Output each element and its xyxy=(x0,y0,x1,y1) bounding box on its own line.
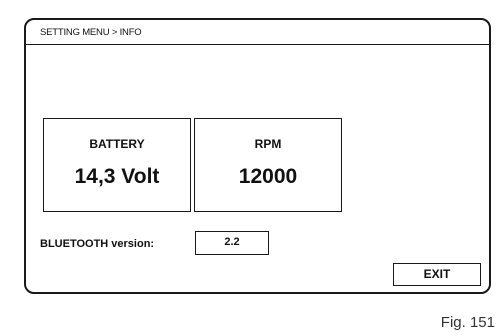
bluetooth-version-value: 2.2 xyxy=(195,231,269,255)
bluetooth-version-label: BLUETOOTH version: xyxy=(40,238,155,250)
battery-value: 14,3 Volt xyxy=(74,165,160,188)
battery-label: BATTERY xyxy=(89,137,145,151)
exit-button[interactable]: EXIT xyxy=(393,263,481,286)
battery-box: BATTERY 14,3 Volt xyxy=(43,118,191,212)
display-screen: SETTING MENU > INFO BATTERY 14,3 Volt RP… xyxy=(24,18,491,294)
figure-caption: Fig. 151 xyxy=(440,314,495,331)
rpm-label: RPM xyxy=(254,137,282,151)
rpm-box: RPM 12000 xyxy=(194,118,342,212)
header-bar: SETTING MENU > INFO xyxy=(26,20,489,45)
breadcrumb: SETTING MENU > INFO xyxy=(40,27,142,38)
rpm-value: 12000 xyxy=(238,165,298,188)
